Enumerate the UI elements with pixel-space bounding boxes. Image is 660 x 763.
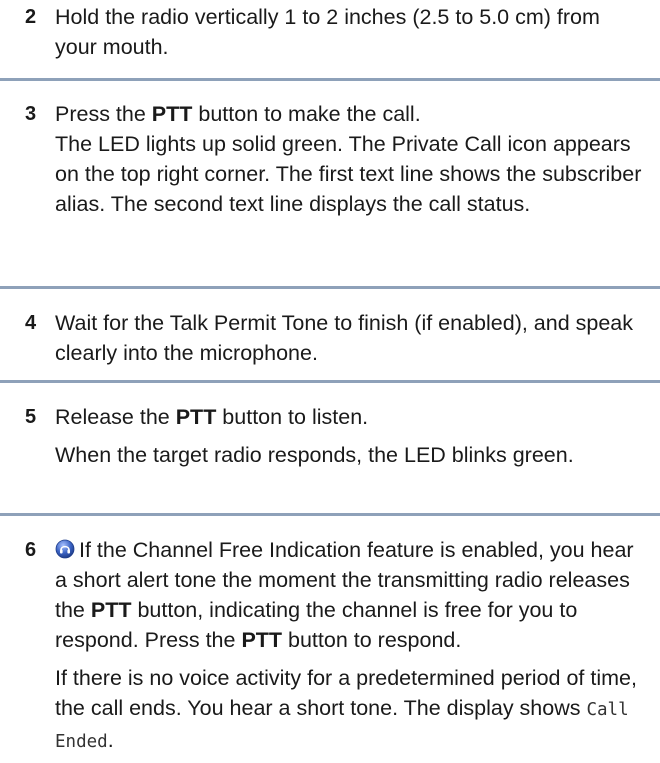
step-result: When the target radio responds, the LED … [55,443,574,467]
step-4: 4 Wait for the Talk Permit Tone to finis… [0,308,660,368]
step-separator [0,286,660,289]
step-text: If the Channel Free Indication feature i… [55,537,634,652]
step-text: Hold the radio vertically 1 to 2 inches … [55,5,600,59]
ptt-term: PTT [90,598,132,622]
step-text: Release the PTT button to listen. [55,405,369,429]
step-3: 3 Press the PTT button to make the call.… [0,99,660,219]
ptt-term: PTT [241,628,283,652]
channel-free-indication-icon [55,537,75,559]
ptt-term: PTT [175,405,217,429]
step-number: 3 [25,103,37,125]
step-separator [0,78,660,81]
step-body: Release the PTT button to listen. When t… [55,402,645,470]
step-body: If the Channel Free Indication feature i… [55,535,645,757]
step-body: Wait for the Talk Permit Tone to finish … [55,308,645,368]
step-number: 2 [25,6,37,28]
step-number: 4 [25,312,37,334]
step-text: Press the PTT button to make the call. Th… [55,102,642,216]
step-body: Press the PTT button to make the call. Th… [55,99,645,219]
ptt-term: PTT [151,102,193,126]
step-number: 5 [25,406,37,428]
step-result: If there is no voice activity for a pred… [55,666,637,752]
step-body: Hold the radio vertically 1 to 2 inches … [55,2,645,62]
step-separator [0,513,660,516]
step-2: 2 Hold the radio vertically 1 to 2 inche… [0,2,660,62]
step-6: 6 If the Channel Free Indication feature… [0,535,660,757]
step-5: 5 Release the PTT button to listen. When… [0,402,660,470]
step-number: 6 [25,539,37,561]
step-separator [0,380,660,383]
step-text: Wait for the Talk Permit Tone to finish … [55,311,634,365]
step-result: The LED lights up solid green. The Priva… [55,132,642,216]
